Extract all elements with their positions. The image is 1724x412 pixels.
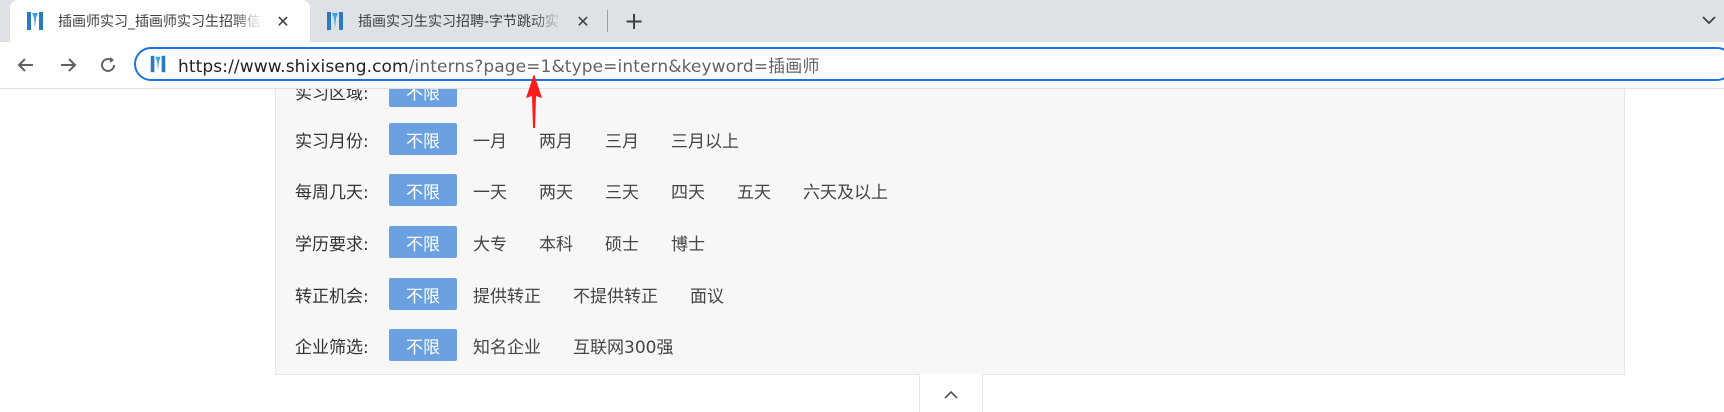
close-icon[interactable]: ✕ xyxy=(575,12,591,31)
filter-row-conversion: 转正机会: 不限 提供转正 不提供转正 面议 xyxy=(295,277,756,311)
filter-option[interactable]: 一天 xyxy=(473,178,507,203)
filter-option[interactable]: 三天 xyxy=(605,178,639,203)
filter-option[interactable]: 不提供转正 xyxy=(573,282,658,307)
filter-option[interactable]: 互联网300强 xyxy=(573,333,673,358)
tab-title: 插画师实习_插画师实习生招聘信息 xyxy=(58,14,263,30)
filter-label: 实习月份: xyxy=(295,131,369,152)
filter-row-company: 企业筛选: 不限 知名企业 互联网300强 xyxy=(295,328,705,362)
reload-icon[interactable] xyxy=(94,51,122,79)
filter-option[interactable]: 两月 xyxy=(539,127,573,152)
filter-option[interactable]: 三月以上 xyxy=(671,127,739,152)
url-path: /interns?page=1&type=intern&keyword=插画师 xyxy=(408,56,820,77)
shixiseng-site-icon xyxy=(150,55,166,73)
filter-option[interactable]: 三月 xyxy=(605,127,639,152)
address-bar[interactable]: https://www.shixiseng.com/interns?page=1… xyxy=(134,47,1724,81)
filter-label: 企业筛选: xyxy=(295,337,369,358)
filter-option[interactable]: 硕士 xyxy=(605,230,639,255)
shixiseng-favicon-icon xyxy=(327,12,343,30)
filter-label: 每周几天: xyxy=(295,182,369,203)
filter-row-region: 实习区域: 不限 xyxy=(295,89,473,108)
filter-option[interactable]: 本科 xyxy=(539,230,573,255)
annotation-arrow-icon xyxy=(526,74,542,128)
filter-option[interactable]: 博士 xyxy=(671,230,705,255)
filter-option-unlimited[interactable]: 不限 xyxy=(389,226,457,258)
filter-option[interactable]: 提供转正 xyxy=(473,282,541,307)
shixiseng-favicon-icon xyxy=(25,11,45,31)
filter-row-education: 学历要求: 不限 大专 本科 硕士 博士 xyxy=(295,225,737,259)
chevron-up-icon xyxy=(944,390,958,399)
filter-option-unlimited[interactable]: 不限 xyxy=(389,174,457,206)
url-text: https://www.shixiseng.com/interns?page=1… xyxy=(178,52,819,77)
filter-option[interactable]: 两天 xyxy=(539,178,573,203)
back-arrow-icon[interactable] xyxy=(12,51,40,79)
tab-search-chevron-icon[interactable] xyxy=(1694,8,1724,32)
filter-label: 转正机会: xyxy=(295,286,369,307)
filter-panel: 实习区域: 不限 实习月份: 不限 一月 两月 三月 三月以上 每周几天: 不限… xyxy=(275,89,1625,375)
tab-active[interactable]: 插画师实习_插画师实习生招聘信息 ✕ xyxy=(10,0,310,42)
url-host: https://www.shixiseng.com xyxy=(178,56,409,77)
browser-window: 插画师实习_插画师实习生招聘信息 ✕ 插画实习生实习招聘-字节跳动实习 ✕ + xyxy=(0,0,1724,412)
filter-option[interactable]: 四天 xyxy=(671,178,705,203)
forward-arrow-icon[interactable] xyxy=(54,51,82,79)
filter-option-unlimited[interactable]: 不限 xyxy=(389,329,457,361)
filter-option-unlimited[interactable]: 不限 xyxy=(389,89,457,107)
tab-strip: 插画师实习_插画师实习生招聘信息 ✕ 插画实习生实习招聘-字节跳动实习 ✕ + xyxy=(0,0,1724,42)
filter-option-unlimited[interactable]: 不限 xyxy=(389,123,457,155)
filter-option-unlimited[interactable]: 不限 xyxy=(389,278,457,310)
filter-option[interactable]: 五天 xyxy=(737,178,771,203)
tab-title: 插画实习生实习招聘-字节跳动实习 xyxy=(358,14,563,30)
filter-option[interactable]: 一月 xyxy=(473,127,507,152)
filter-row-days-per-week: 每周几天: 不限 一天 两天 三天 四天 五天 六天及以上 xyxy=(295,173,920,207)
browser-toolbar: https://www.shixiseng.com/interns?page=1… xyxy=(0,42,1724,89)
filter-label: 实习区域: xyxy=(295,89,369,104)
filter-option[interactable]: 大专 xyxy=(473,230,507,255)
new-tab-button[interactable]: + xyxy=(620,7,648,35)
filter-option[interactable]: 知名企业 xyxy=(473,333,541,358)
collapse-filters-button[interactable] xyxy=(919,374,983,412)
page-content: 实习区域: 不限 实习月份: 不限 一月 两月 三月 三月以上 每周几天: 不限… xyxy=(0,89,1724,412)
filter-label: 学历要求: xyxy=(295,234,369,255)
filter-option[interactable]: 面议 xyxy=(690,282,724,307)
tab-divider xyxy=(607,10,608,32)
tab-inactive[interactable]: 插画实习生实习招聘-字节跳动实习 ✕ xyxy=(310,0,606,42)
filter-option[interactable]: 六天及以上 xyxy=(803,178,888,203)
close-icon[interactable]: ✕ xyxy=(275,12,291,31)
